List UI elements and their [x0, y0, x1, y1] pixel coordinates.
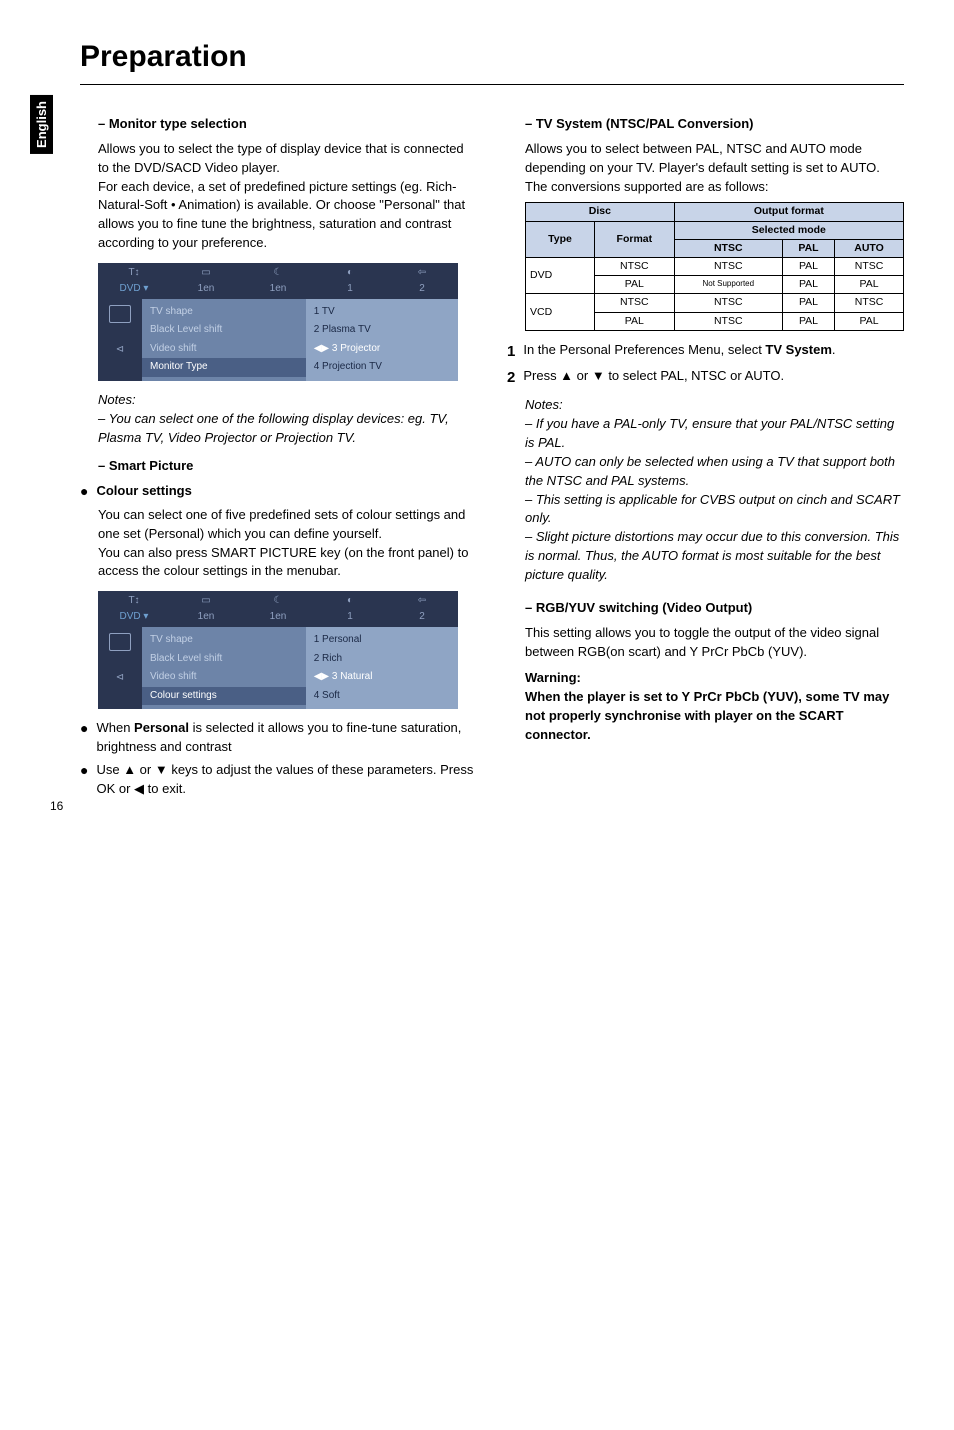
note-1: – If you have a PAL-only TV, ensure that… — [525, 415, 904, 453]
step-2-text: Press ▲ or ▼ to select PAL, NTSC or AUTO… — [523, 367, 784, 389]
notes-p-1: – You can select one of the following di… — [98, 410, 477, 448]
monitor-type-p2: For each device, a set of predefined pic… — [98, 178, 477, 253]
tv-system-heading: – TV System (NTSC/PAL Conversion) — [525, 115, 904, 134]
arrow-keys-bullet: Use ▲ or ▼ keys to adjust the values of … — [96, 761, 477, 799]
table-head-output: Output format — [674, 203, 903, 221]
left-column: – Monitor type selection Allows you to s… — [80, 105, 477, 803]
monitor-type-heading: – Monitor type selection — [98, 115, 477, 134]
personal-bullet: When Personal is selected it allows you … — [96, 719, 477, 757]
warning-text: When the player is set to Y PrCr PbCb (Y… — [525, 688, 904, 745]
language-tab: English — [30, 95, 53, 154]
smart-picture-heading: – Smart Picture — [98, 457, 477, 476]
note-2: – AUTO can only be selected when using a… — [525, 453, 904, 491]
step-number-1: 1 — [507, 341, 515, 363]
table-row: VCD NTSC NTSC PAL NTSC — [526, 294, 904, 312]
table-head-disc: Disc — [526, 203, 675, 221]
page-title: Preparation — [80, 40, 904, 74]
monitor-type-p1: Allows you to select the type of display… — [98, 140, 477, 178]
colour-settings-heading: Colour settings — [96, 482, 191, 502]
notes-h-1: Notes: — [98, 391, 477, 410]
step-1-text: In the Personal Preferences Menu, select… — [523, 341, 835, 363]
colour-p2: You can also press SMART PICTURE key (on… — [98, 544, 477, 582]
warning-heading: Warning: — [525, 669, 904, 688]
osd-screenshot-monitor-type: T↕▭☾◐⇦ DVD ▾ 1en 1en 1 2 ⊲ — [98, 263, 458, 381]
screen-icon — [109, 633, 131, 651]
bullet-icon: ● — [80, 761, 88, 799]
right-column: – TV System (NTSC/PAL Conversion) Allows… — [507, 105, 904, 803]
bullet-icon: ● — [80, 482, 88, 502]
page: English Preparation – Monitor type selec… — [0, 0, 954, 843]
speaker-icon: ⊲ — [116, 343, 124, 358]
table-row: DVD NTSC NTSC PAL NTSC — [526, 258, 904, 276]
two-column-layout: – Monitor type selection Allows you to s… — [80, 105, 904, 803]
conversion-table: Disc Output format Type Format Selected … — [525, 202, 904, 331]
step-number-2: 2 — [507, 367, 515, 389]
title-rule — [80, 84, 904, 85]
notes-h-2: Notes: — [525, 396, 904, 415]
page-number: 16 — [50, 799, 63, 813]
osd-screenshot-colour: T↕▭☾◐⇦ DVD ▾ 1en 1en 1 2 ⊲ — [98, 591, 458, 709]
tv-system-p1: Allows you to select between PAL, NTSC a… — [525, 140, 904, 178]
rgb-yuv-p: This setting allows you to toggle the ou… — [525, 624, 904, 662]
bullet-icon: ● — [80, 719, 88, 757]
speaker-icon: ⊲ — [116, 671, 124, 686]
note-4: – Slight picture distortions may occur d… — [525, 528, 904, 585]
screen-icon — [109, 305, 131, 323]
rgb-yuv-heading: – RGB/YUV switching (Video Output) — [525, 599, 904, 618]
colour-p1: You can select one of five predefined se… — [98, 506, 477, 544]
note-3: – This setting is applicable for CVBS ou… — [525, 491, 904, 529]
tv-system-p2: The conversions supported are as follows… — [525, 178, 904, 197]
